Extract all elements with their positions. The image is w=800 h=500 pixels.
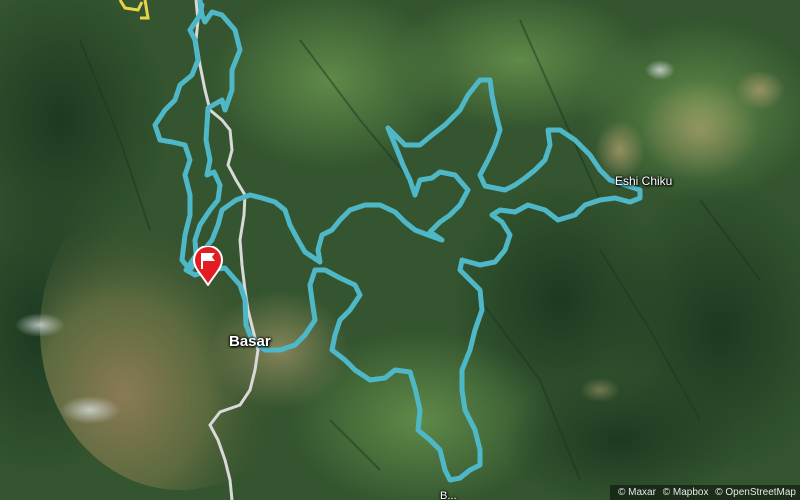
attribution-mapbox[interactable]: © Mapbox [663,487,709,498]
attribution-osm[interactable]: © OpenStreetMap [715,487,796,498]
place-label-eshi-chiku: Eshi Chiku [615,174,673,188]
start-marker[interactable] [191,245,225,287]
place-label-basar: Basar [229,333,271,350]
attribution-maxar[interactable]: © Maxar [618,487,656,498]
flag-icon [192,245,224,287]
place-label-partial: B... [440,490,457,500]
map-attribution: © Maxar © Mapbox © OpenStreetMap [610,485,800,500]
satellite-imagery [0,0,800,500]
map-view[interactable]: Basar Eshi Chiku B... © Maxar © Mapbox ©… [0,0,800,500]
